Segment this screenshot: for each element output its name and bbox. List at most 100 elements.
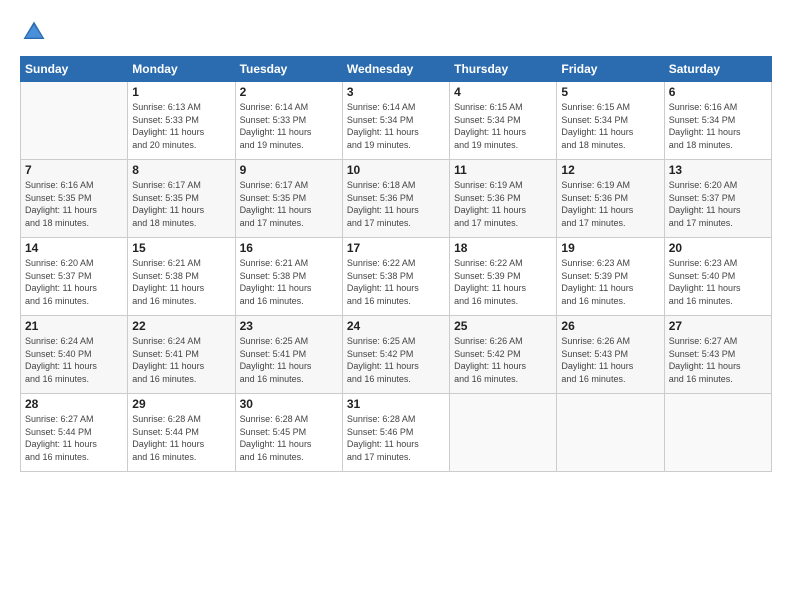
calendar-cell: 19 Sunrise: 6:23 AM Sunset: 5:39 PM Dayli… (557, 238, 664, 316)
calendar-cell: 24Sunrise: 6:25 AM Sunset: 5:42 PM Dayli… (342, 316, 449, 394)
calendar-cell: 28Sunrise: 6:27 AM Sunset: 5:44 PM Dayli… (21, 394, 128, 472)
calendar-cell: 23 Sunrise: 6:25 AM Sunset: 5:41 PM Dayli… (235, 316, 342, 394)
cell-info: Sunrise: 6:25 AM Sunset: 5:41 PM Dayligh… (240, 335, 338, 385)
calendar-cell: 5 Sunrise: 6:15 AM Sunset: 5:34 PM Daylig… (557, 82, 664, 160)
day-number: 27 (669, 319, 767, 333)
calendar-cell: 22 Sunrise: 6:24 AM Sunset: 5:41 PM Dayli… (128, 316, 235, 394)
week-row-4: 21Sunrise: 6:24 AM Sunset: 5:40 PM Dayli… (21, 316, 772, 394)
cell-info: Sunrise: 6:25 AM Sunset: 5:42 PM Dayligh… (347, 335, 445, 385)
cell-info: Sunrise: 6:26 AM Sunset: 5:43 PM Dayligh… (561, 335, 659, 385)
cell-info: Sunrise: 6:27 AM Sunset: 5:43 PM Dayligh… (669, 335, 767, 385)
cell-info: Sunrise: 6:21 AM Sunset: 5:38 PM Dayligh… (240, 257, 338, 307)
day-number: 8 (132, 163, 230, 177)
cell-info: Sunrise: 6:26 AM Sunset: 5:42 PM Dayligh… (454, 335, 552, 385)
cell-info: Sunrise: 6:15 AM Sunset: 5:34 PM Dayligh… (561, 101, 659, 151)
calendar-cell: 20Sunrise: 6:23 AM Sunset: 5:40 PM Dayli… (664, 238, 771, 316)
day-number: 18 (454, 241, 552, 255)
calendar-cell (450, 394, 557, 472)
day-number: 12 (561, 163, 659, 177)
cell-info: Sunrise: 6:28 AM Sunset: 5:45 PM Dayligh… (240, 413, 338, 463)
day-number: 17 (347, 241, 445, 255)
day-number: 2 (240, 85, 338, 99)
calendar-cell: 16 Sunrise: 6:21 AM Sunset: 5:38 PM Dayli… (235, 238, 342, 316)
day-number: 14 (25, 241, 123, 255)
calendar-cell: 8 Sunrise: 6:17 AM Sunset: 5:35 PM Daylig… (128, 160, 235, 238)
header-row: SundayMondayTuesdayWednesdayThursdayFrid… (21, 57, 772, 82)
calendar-cell: 10Sunrise: 6:18 AM Sunset: 5:36 PM Dayli… (342, 160, 449, 238)
cell-info: Sunrise: 6:20 AM Sunset: 5:37 PM Dayligh… (25, 257, 123, 307)
cell-info: Sunrise: 6:16 AM Sunset: 5:35 PM Dayligh… (25, 179, 123, 229)
cell-info: Sunrise: 6:19 AM Sunset: 5:36 PM Dayligh… (561, 179, 659, 229)
cell-info: Sunrise: 6:15 AM Sunset: 5:34 PM Dayligh… (454, 101, 552, 151)
day-number: 31 (347, 397, 445, 411)
cell-info: Sunrise: 6:13 AM Sunset: 5:33 PM Dayligh… (132, 101, 230, 151)
cell-info: Sunrise: 6:21 AM Sunset: 5:38 PM Dayligh… (132, 257, 230, 307)
day-header-thursday: Thursday (450, 57, 557, 82)
week-row-3: 14 Sunrise: 6:20 AM Sunset: 5:37 PM Dayli… (21, 238, 772, 316)
cell-info: Sunrise: 6:16 AM Sunset: 5:34 PM Dayligh… (669, 101, 767, 151)
week-row-2: 7 Sunrise: 6:16 AM Sunset: 5:35 PM Daylig… (21, 160, 772, 238)
calendar-table: SundayMondayTuesdayWednesdayThursdayFrid… (20, 56, 772, 472)
calendar-cell: 14 Sunrise: 6:20 AM Sunset: 5:37 PM Dayli… (21, 238, 128, 316)
calendar-cell: 30 Sunrise: 6:28 AM Sunset: 5:45 PM Dayli… (235, 394, 342, 472)
calendar-cell: 12 Sunrise: 6:19 AM Sunset: 5:36 PM Dayli… (557, 160, 664, 238)
calendar-cell (664, 394, 771, 472)
cell-info: Sunrise: 6:23 AM Sunset: 5:39 PM Dayligh… (561, 257, 659, 307)
cell-info: Sunrise: 6:19 AM Sunset: 5:36 PM Dayligh… (454, 179, 552, 229)
calendar-cell: 6 Sunrise: 6:16 AM Sunset: 5:34 PM Daylig… (664, 82, 771, 160)
day-number: 11 (454, 163, 552, 177)
cell-info: Sunrise: 6:24 AM Sunset: 5:41 PM Dayligh… (132, 335, 230, 385)
cell-info: Sunrise: 6:28 AM Sunset: 5:44 PM Dayligh… (132, 413, 230, 463)
day-number: 3 (347, 85, 445, 99)
day-number: 21 (25, 319, 123, 333)
calendar-cell: 7 Sunrise: 6:16 AM Sunset: 5:35 PM Daylig… (21, 160, 128, 238)
cell-info: Sunrise: 6:17 AM Sunset: 5:35 PM Dayligh… (240, 179, 338, 229)
calendar-cell (557, 394, 664, 472)
week-row-1: 1Sunrise: 6:13 AM Sunset: 5:33 PM Daylig… (21, 82, 772, 160)
calendar-cell: 2 Sunrise: 6:14 AM Sunset: 5:33 PM Daylig… (235, 82, 342, 160)
header (20, 18, 772, 46)
calendar-cell: 27 Sunrise: 6:27 AM Sunset: 5:43 PM Dayli… (664, 316, 771, 394)
day-number: 29 (132, 397, 230, 411)
calendar-cell: 21Sunrise: 6:24 AM Sunset: 5:40 PM Dayli… (21, 316, 128, 394)
day-number: 7 (25, 163, 123, 177)
cell-info: Sunrise: 6:22 AM Sunset: 5:38 PM Dayligh… (347, 257, 445, 307)
week-row-5: 28Sunrise: 6:27 AM Sunset: 5:44 PM Dayli… (21, 394, 772, 472)
calendar-cell: 1Sunrise: 6:13 AM Sunset: 5:33 PM Daylig… (128, 82, 235, 160)
calendar-cell (21, 82, 128, 160)
calendar-cell: 25Sunrise: 6:26 AM Sunset: 5:42 PM Dayli… (450, 316, 557, 394)
calendar-cell: 18 Sunrise: 6:22 AM Sunset: 5:39 PM Dayli… (450, 238, 557, 316)
day-number: 19 (561, 241, 659, 255)
cell-info: Sunrise: 6:17 AM Sunset: 5:35 PM Dayligh… (132, 179, 230, 229)
calendar-cell: 31 Sunrise: 6:28 AM Sunset: 5:46 PM Dayli… (342, 394, 449, 472)
cell-info: Sunrise: 6:18 AM Sunset: 5:36 PM Dayligh… (347, 179, 445, 229)
day-header-wednesday: Wednesday (342, 57, 449, 82)
day-number: 6 (669, 85, 767, 99)
cell-info: Sunrise: 6:28 AM Sunset: 5:46 PM Dayligh… (347, 413, 445, 463)
day-number: 30 (240, 397, 338, 411)
calendar-cell: 3Sunrise: 6:14 AM Sunset: 5:34 PM Daylig… (342, 82, 449, 160)
page: SundayMondayTuesdayWednesdayThursdayFrid… (0, 0, 792, 612)
day-number: 5 (561, 85, 659, 99)
calendar-cell: 15 Sunrise: 6:21 AM Sunset: 5:38 PM Dayli… (128, 238, 235, 316)
day-number: 15 (132, 241, 230, 255)
calendar-cell: 26 Sunrise: 6:26 AM Sunset: 5:43 PM Dayli… (557, 316, 664, 394)
day-number: 9 (240, 163, 338, 177)
day-number: 26 (561, 319, 659, 333)
calendar-cell: 9 Sunrise: 6:17 AM Sunset: 5:35 PM Daylig… (235, 160, 342, 238)
cell-info: Sunrise: 6:23 AM Sunset: 5:40 PM Dayligh… (669, 257, 767, 307)
day-number: 16 (240, 241, 338, 255)
cell-info: Sunrise: 6:22 AM Sunset: 5:39 PM Dayligh… (454, 257, 552, 307)
day-header-tuesday: Tuesday (235, 57, 342, 82)
day-number: 13 (669, 163, 767, 177)
cell-info: Sunrise: 6:27 AM Sunset: 5:44 PM Dayligh… (25, 413, 123, 463)
logo-icon (20, 18, 48, 46)
logo (20, 18, 54, 46)
calendar-cell: 11 Sunrise: 6:19 AM Sunset: 5:36 PM Dayli… (450, 160, 557, 238)
cell-info: Sunrise: 6:14 AM Sunset: 5:33 PM Dayligh… (240, 101, 338, 151)
day-number: 23 (240, 319, 338, 333)
calendar-cell: 4 Sunrise: 6:15 AM Sunset: 5:34 PM Daylig… (450, 82, 557, 160)
day-number: 4 (454, 85, 552, 99)
day-number: 22 (132, 319, 230, 333)
day-header-monday: Monday (128, 57, 235, 82)
